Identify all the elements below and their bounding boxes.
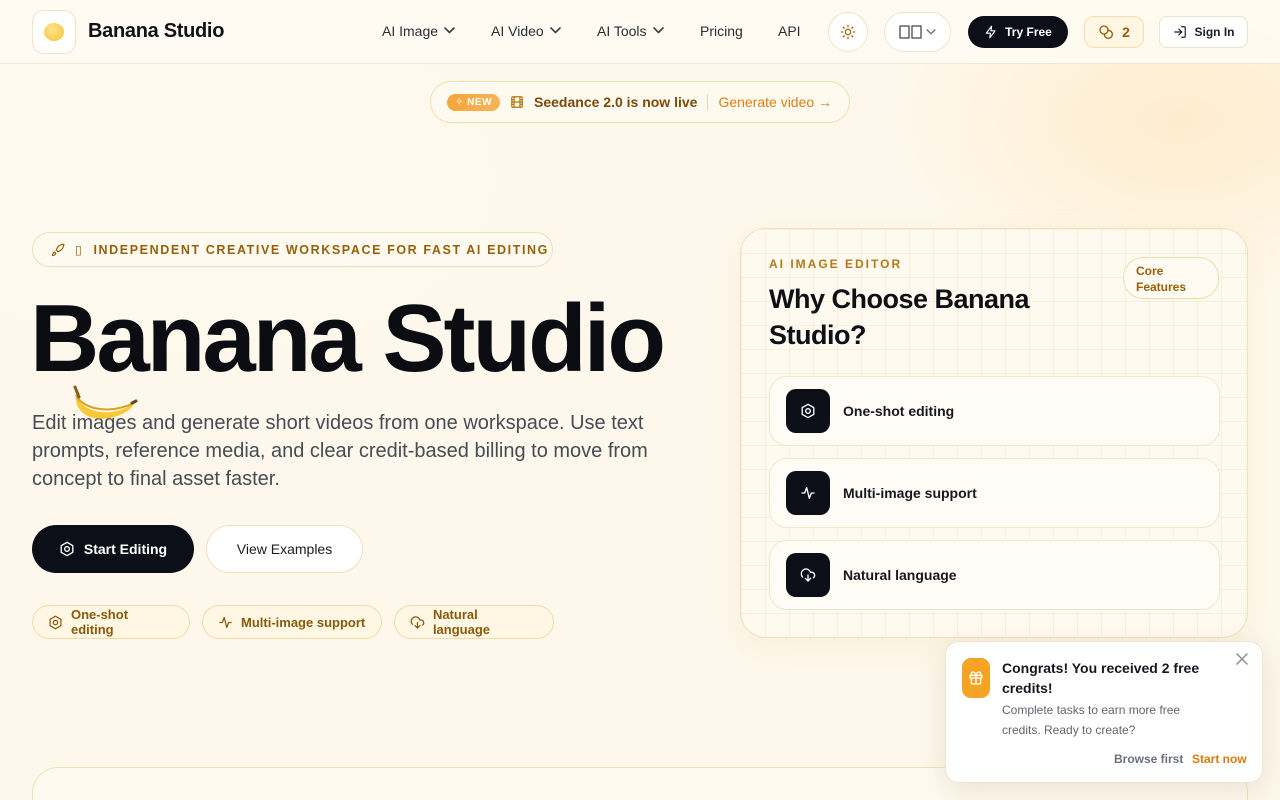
chip-natural-language[interactable]: Natural language	[394, 605, 554, 639]
close-icon[interactable]	[1236, 653, 1248, 665]
start-now-button[interactable]: Start now	[1192, 752, 1247, 766]
hero-eyebrow: ▯ INDEPENDENT CREATIVE WORKSPACE FOR FAS…	[32, 232, 553, 267]
gift-icon	[962, 658, 990, 698]
feature-natural-language[interactable]: Natural language	[769, 540, 1220, 610]
banana-logo-icon	[44, 23, 64, 41]
divider	[707, 94, 709, 110]
theme-toggle-button[interactable]	[828, 12, 868, 52]
aperture-icon	[60, 541, 74, 557]
chevron-down-icon	[549, 26, 561, 34]
feature-card: AI IMAGE EDITOR Why Choose Banana Studio…	[740, 228, 1248, 638]
nav-ai-video[interactable]: AI Video	[491, 23, 561, 39]
feature-label: Multi-image support	[843, 485, 977, 501]
chevron-down-icon	[926, 29, 936, 35]
sign-in-button[interactable]: Sign In	[1159, 16, 1248, 48]
feature-label: Natural language	[843, 567, 957, 583]
brand-name[interactable]: Banana Studio	[88, 20, 224, 43]
banana-icon	[73, 385, 138, 419]
try-free-button[interactable]: Try Free	[968, 16, 1068, 48]
browse-first-button[interactable]: Browse first	[1114, 752, 1183, 766]
eyebrow-text: INDEPENDENT CREATIVE WORKSPACE FOR FAST …	[93, 242, 549, 257]
announcement-text: Seedance 2.0 is now live	[534, 94, 698, 110]
nav-ai-tools[interactable]: AI Tools	[597, 23, 664, 39]
toast-body: Complete tasks to earn more free credits…	[1002, 703, 1181, 737]
nav-ai-image[interactable]: AI Image	[382, 23, 455, 39]
chevron-down-icon	[444, 26, 455, 34]
chevron-down-icon	[652, 26, 664, 34]
chip-one-shot-editing[interactable]: One-shot editing	[32, 605, 190, 639]
toast-title: Congrats! You received 2 free credits!	[1002, 660, 1200, 696]
logo[interactable]	[32, 10, 76, 54]
nav-api[interactable]: API	[778, 23, 801, 39]
activity-icon	[786, 471, 830, 515]
cloud-download-icon	[786, 553, 830, 597]
aperture-icon	[786, 389, 830, 433]
feature-label: One-shot editing	[843, 403, 955, 419]
start-editing-button[interactable]: Start Editing	[32, 525, 194, 573]
credits-button[interactable]: 2	[1084, 16, 1144, 48]
login-icon	[1173, 26, 1186, 38]
cloud-download-icon	[410, 615, 425, 629]
language-selector[interactable]	[884, 12, 951, 52]
announcement-banner[interactable]: ✧ NEW Seedance 2.0 is now live Generate …	[430, 81, 850, 123]
aperture-icon	[49, 615, 62, 629]
nav-pricing[interactable]: Pricing	[700, 23, 743, 39]
card-title: Why Choose Banana Studio?	[769, 284, 1030, 350]
activity-icon	[219, 616, 232, 628]
sparkle-icon: ✧	[455, 96, 464, 108]
eyebrow-glyph: ▯	[75, 243, 84, 257]
sun-icon	[840, 24, 856, 40]
top-header: Banana Studio AI Image AI Video AI Tools…	[0, 0, 1280, 64]
free-credits-toast: Congrats! You received 2 free credits! C…	[945, 641, 1263, 783]
card-eyebrow: AI IMAGE EDITOR	[769, 257, 903, 271]
core-features-badge: Core Features	[1123, 257, 1219, 299]
feature-one-shot-editing[interactable]: One-shot editing	[769, 376, 1220, 446]
feature-multi-image-support[interactable]: Multi-image support	[769, 458, 1220, 528]
generate-video-link[interactable]: Generate video →	[718, 94, 832, 110]
new-badge: ✧ NEW	[447, 93, 501, 111]
coins-icon	[1099, 25, 1114, 39]
chip-multi-image-support[interactable]: Multi-image support	[202, 605, 382, 639]
film-icon	[511, 96, 523, 108]
rocket-icon	[51, 243, 65, 256]
lightning-icon	[985, 25, 996, 39]
language-flag-icon	[899, 25, 922, 39]
view-examples-button[interactable]: View Examples	[206, 525, 363, 573]
